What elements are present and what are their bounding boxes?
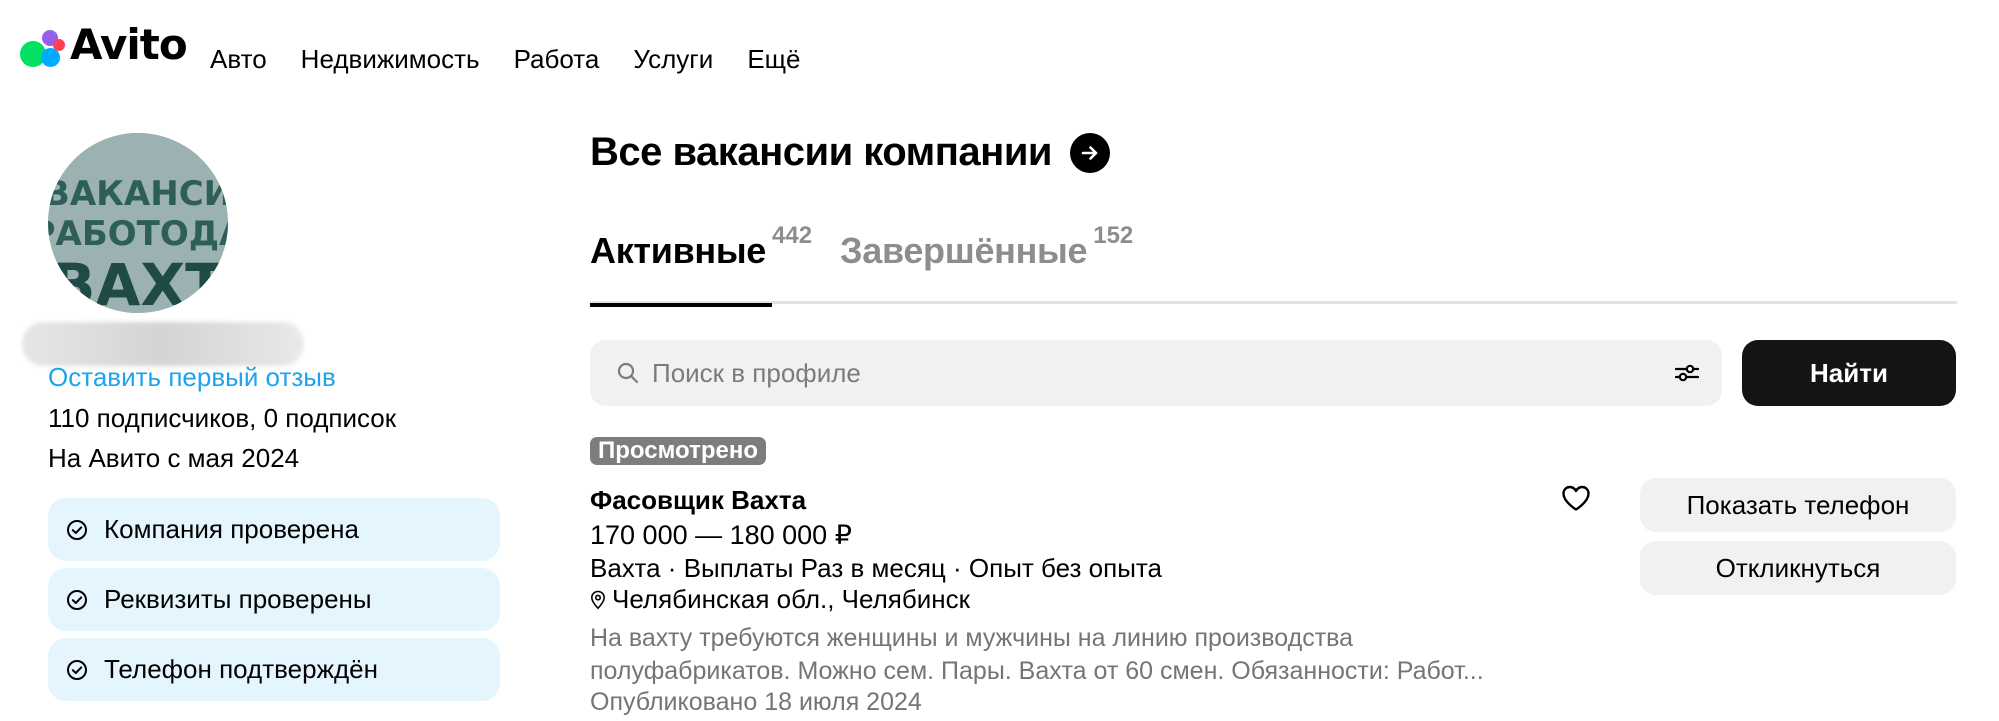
- respond-button[interactable]: Откликнуться: [1640, 541, 1956, 595]
- top-nav: Авто Недвижимость Работа Услуги Ещё: [210, 44, 801, 75]
- tab-label: Активные: [590, 230, 767, 271]
- tab-active[interactable]: Активные 442: [590, 222, 812, 307]
- arrow-right-icon[interactable]: [1070, 132, 1110, 173]
- nav-item-jobs[interactable]: Работа: [514, 44, 600, 75]
- tab-label: Завершённые: [840, 230, 1088, 271]
- vacancy-tags: Вахта · Выплаты Раз в месяц · Опыт без о…: [590, 553, 1162, 583]
- svg-text:ВАКАНСИ: ВАКАНСИ: [48, 174, 228, 214]
- badge-requisites-verified[interactable]: Реквизиты проверены: [48, 568, 500, 631]
- badge-phone-verified[interactable]: Телефон подтверждён: [48, 638, 500, 701]
- nav-item-realty[interactable]: Недвижимость: [301, 44, 480, 75]
- verification-badges: Компания проверена Реквизиты проверены Т…: [48, 498, 500, 701]
- search-icon: [617, 362, 639, 384]
- heart-icon[interactable]: [1560, 483, 1592, 513]
- show-phone-button[interactable]: Показать телефон: [1640, 478, 1956, 532]
- location-text: Челябинская обл., Челябинск: [612, 584, 971, 614]
- viewed-badge: Просмотрено: [590, 437, 767, 465]
- nav-item-more[interactable]: Ещё: [747, 44, 800, 75]
- profile-search: [590, 340, 1722, 406]
- subscribers-count: 110 подписчиков, 0 подписок: [48, 403, 397, 433]
- badge-company-verified[interactable]: Компания проверена: [48, 498, 500, 561]
- search-input[interactable]: [652, 357, 1652, 389]
- location-pin-icon: [590, 590, 606, 609]
- tab-count: 442: [772, 222, 813, 249]
- company-avatar[interactable]: ВАКАНСИ РАБОТОДА ВАХТ: [48, 133, 228, 313]
- page-title: Все вакансии компании: [590, 130, 1053, 174]
- svg-text:ВАХТ: ВАХТ: [51, 251, 225, 313]
- badge-label: Компания проверена: [104, 514, 359, 544]
- check-circle-icon: [67, 519, 87, 540]
- vacancy-description: На вахту требуются женщины и мужчины на …: [590, 622, 1590, 688]
- svg-text:РАБОТОДА: РАБОТОДА: [48, 214, 228, 254]
- published-date: Опубликовано 18 июля 2024: [590, 688, 922, 716]
- vacancy-salary: 170 000 — 180 000 ₽: [590, 520, 852, 550]
- nav-item-services[interactable]: Услуги: [633, 44, 713, 75]
- nav-item-auto[interactable]: Авто: [210, 44, 267, 75]
- description-line: полуфабрикатов. Можно сем. Пары. Вахта о…: [590, 657, 1484, 685]
- check-circle-icon: [67, 659, 87, 680]
- avito-logo[interactable]: Avito: [20, 19, 188, 72]
- tab-count: 152: [1093, 222, 1134, 249]
- filter-icon[interactable]: [1674, 361, 1700, 385]
- member-since: На Авито с мая 2024: [48, 443, 300, 473]
- vacancy-location: Челябинская обл., Челябинск: [590, 584, 970, 615]
- vacancy-title[interactable]: Фасовщик Вахта: [590, 485, 806, 516]
- logo-dots-icon: [20, 24, 68, 70]
- description-line: На вахту требуются женщины и мужчины на …: [590, 624, 1354, 652]
- tab-completed[interactable]: Завершённые 152: [840, 222, 1133, 304]
- company-name-blurred: [22, 322, 304, 366]
- vacancy-tabs: Активные 442 Завершённые 152: [590, 222, 1957, 307]
- badge-label: Реквизиты проверены: [104, 584, 372, 614]
- find-button[interactable]: Найти: [1742, 340, 1956, 406]
- check-circle-icon: [67, 589, 87, 610]
- logo-text: Avito: [70, 19, 188, 69]
- badge-label: Телефон подтверждён: [104, 654, 378, 684]
- leave-review-link[interactable]: Оставить первый отзыв: [48, 362, 336, 393]
- all-vacancies-header[interactable]: Все вакансии компании: [590, 130, 1110, 175]
